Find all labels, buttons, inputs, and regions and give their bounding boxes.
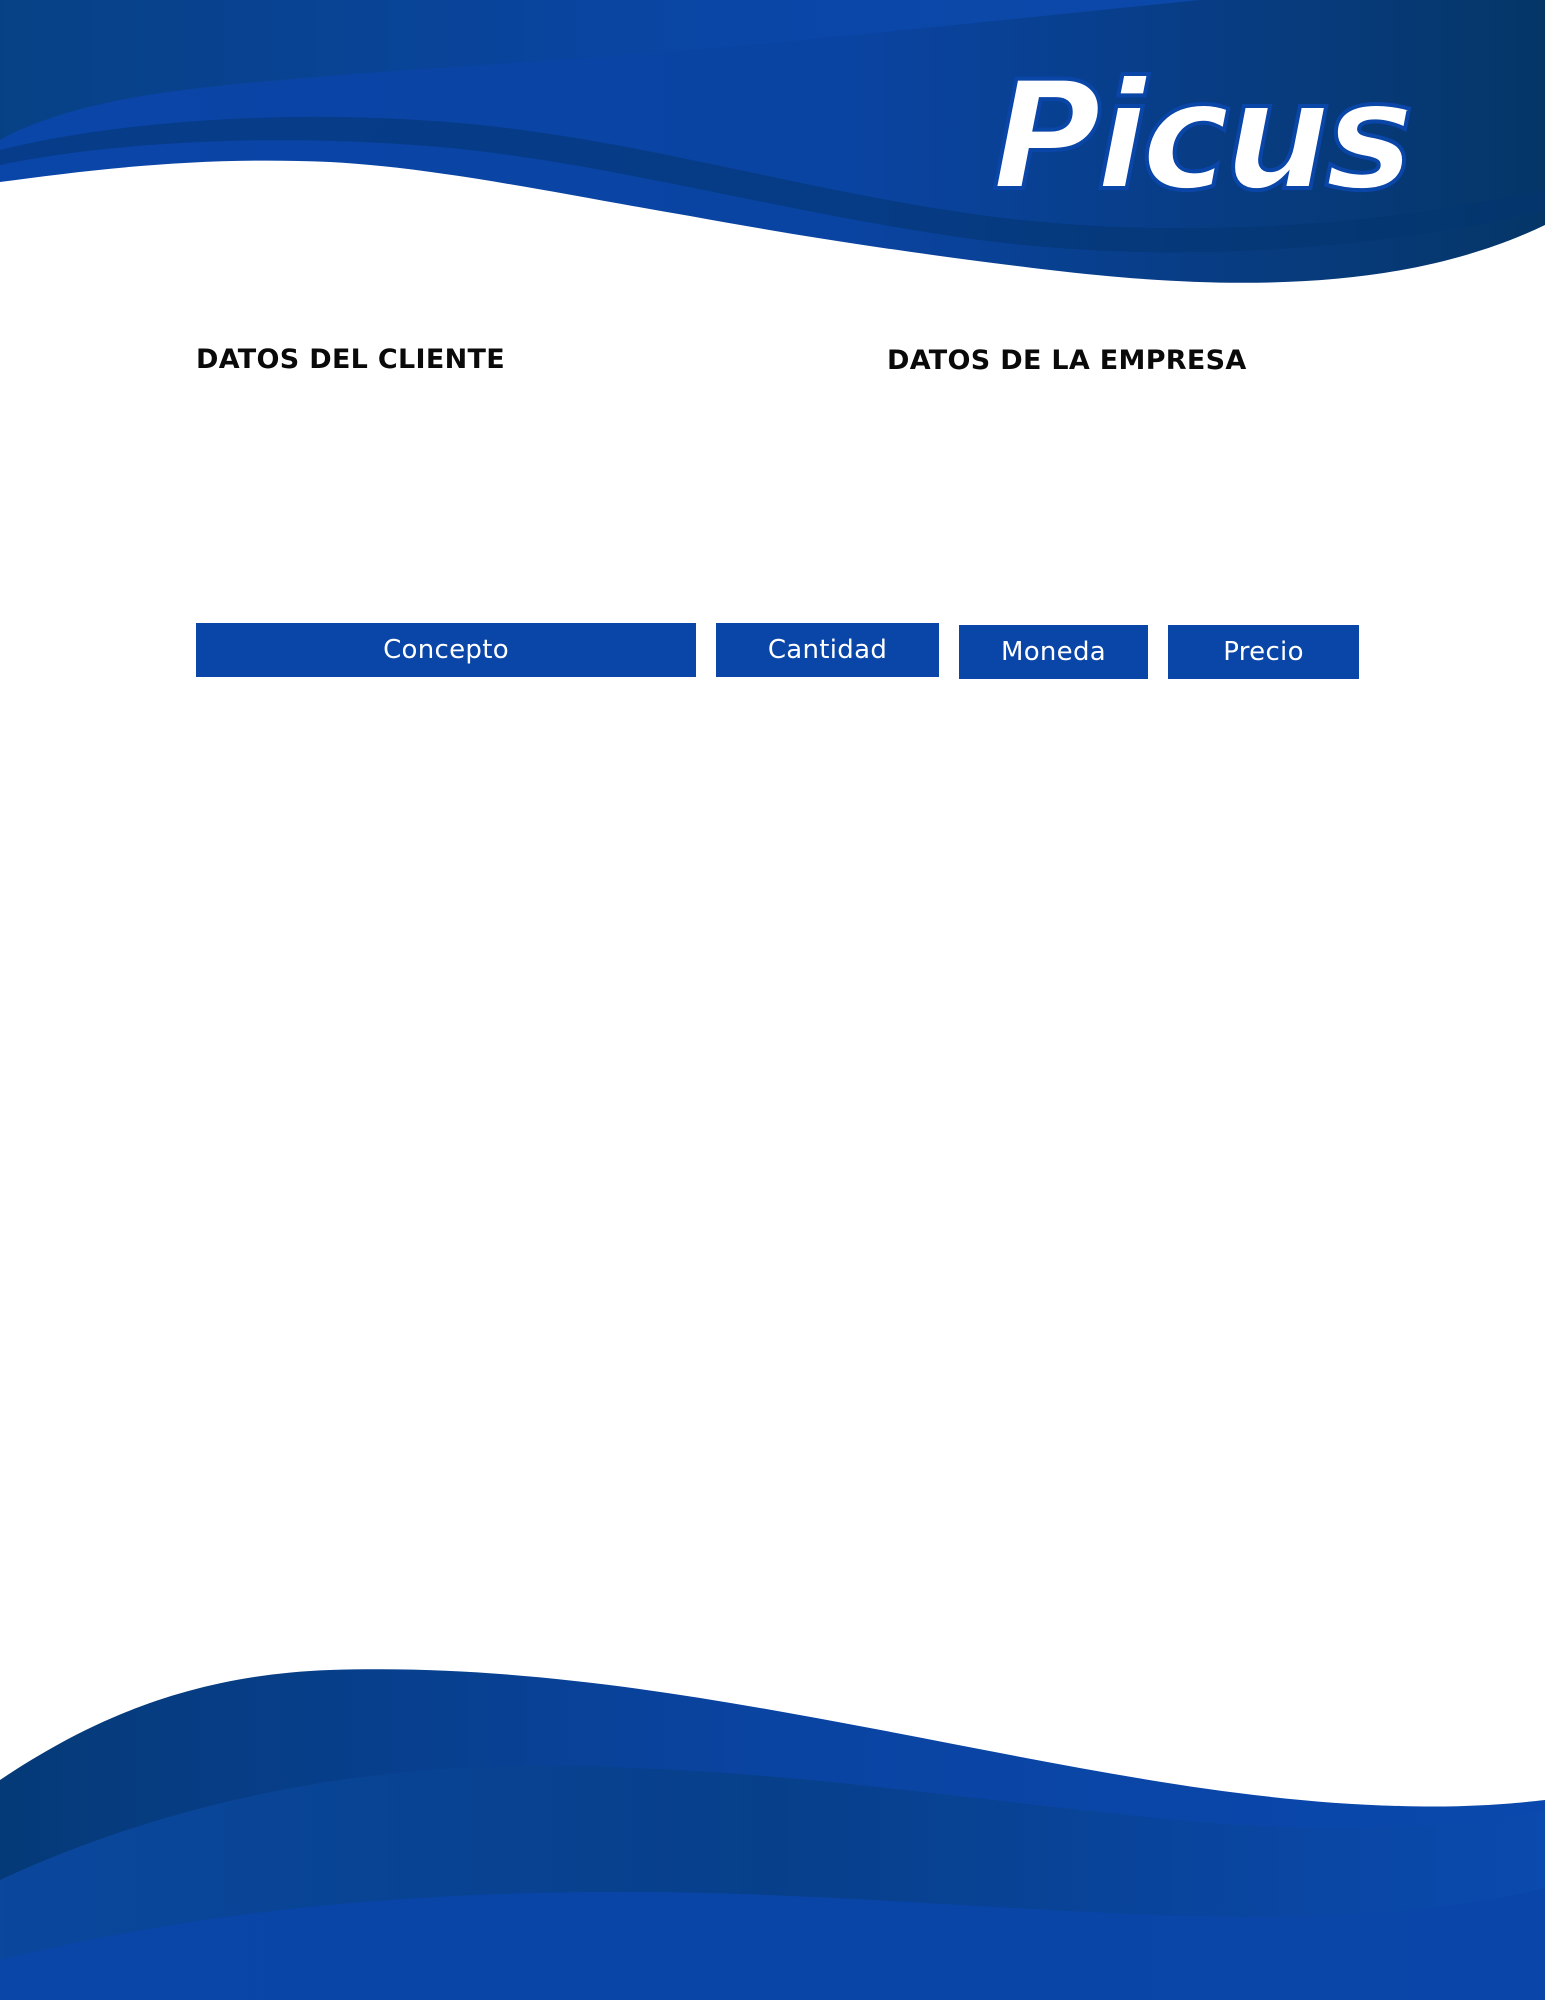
client-data-heading: DATOS DEL CLIENTE: [196, 344, 505, 375]
svg-text:Picus: Picus: [992, 50, 1410, 208]
bottom-wave-decoration: [0, 1669, 1545, 2000]
company-data-heading: DATOS DE LA EMPRESA: [887, 345, 1247, 376]
table-header-cantidad: Cantidad: [716, 623, 939, 677]
picus-logo: Picus: [990, 48, 1418, 208]
table-header-concepto: Concepto: [196, 623, 696, 677]
table-header-moneda: Moneda: [959, 625, 1148, 679]
table-header-precio: Precio: [1168, 625, 1359, 679]
